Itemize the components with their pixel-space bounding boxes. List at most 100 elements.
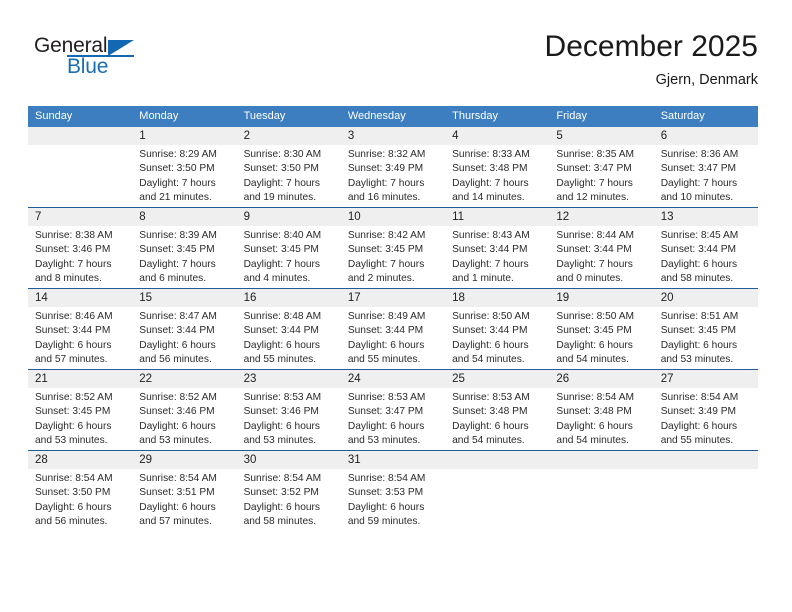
day-detail-line: Daylight: 6 hours — [660, 258, 738, 270]
day-detail-line: and 58 minutes. — [243, 515, 317, 527]
calendar-empty-cell — [28, 127, 133, 207]
calendar-day-cell[interactable]: 8 Sunrise: 8:39 AM Sunset: 3:45 PM Daylight… — [132, 208, 237, 288]
general-blue-logo[interactable]: General Blue — [34, 34, 154, 84]
day-detail-line: and 53 minutes. — [35, 434, 108, 446]
day-detail-line: Daylight: 7 hours — [243, 177, 321, 189]
calendar-day-cell[interactable]: 10 Sunrise: 8:42 AM Sunset: 3:45 PM Dayligh… — [340, 208, 446, 288]
day-detail-line: Sunrise: 8:53 AM — [452, 392, 530, 403]
calendar-day-cell[interactable]: 14 Sunrise: 8:46 AM Sunset: 3:44 PM Dayligh… — [28, 289, 133, 369]
calendar-day-cell[interactable]: 11 Sunrise: 8:43 AM Sunset: 3:44 PM Dayligh… — [445, 208, 550, 288]
day-detail-line: Sunset: 3:46 PM — [139, 406, 215, 418]
day-number: 17 — [340, 289, 446, 307]
calendar-day-cell[interactable]: 15 Sunrise: 8:47 AM Sunset: 3:44 PM Dayligh… — [132, 289, 237, 369]
calendar-day-cell[interactable]: 30 Sunrise: 8:54 AM Sunset: 3:52 PM Dayligh… — [236, 451, 341, 531]
day-details: Sunrise: 8:52 AM Sunset: 3:46 PM Daylight:… — [132, 388, 236, 450]
day-number: 14 — [28, 289, 133, 307]
day-details: Sunrise: 8:42 AM Sunset: 3:45 PM Daylight:… — [341, 226, 445, 288]
day-detail-line: Daylight: 6 hours — [347, 420, 425, 432]
calendar-day-cell[interactable]: 19 Sunrise: 8:50 AM Sunset: 3:45 PM Dayligh… — [549, 289, 654, 369]
day-detail-line: Sunrise: 8:52 AM — [139, 392, 217, 403]
day-details: Sunrise: 8:43 AM Sunset: 3:44 PM Daylight:… — [445, 226, 549, 288]
day-details: Sunrise: 8:33 AM Sunset: 3:48 PM Daylight:… — [445, 145, 549, 207]
calendar-day-cell[interactable]: 26 Sunrise: 8:54 AM Sunset: 3:48 PM Dayligh… — [549, 370, 654, 450]
day-detail-line: Sunset: 3:45 PM — [347, 244, 424, 256]
day-details: Sunrise: 8:54 AM Sunset: 3:53 PM Daylight:… — [341, 469, 445, 531]
day-detail-line: Sunset: 3:51 PM — [139, 487, 215, 499]
day-details: Sunrise: 8:45 AM Sunset: 3:44 PM Daylight:… — [654, 226, 758, 288]
calendar-day-cell[interactable]: 31 Sunrise: 8:54 AM Sunset: 3:53 PM Dayligh… — [340, 451, 446, 531]
calendar-day-cell[interactable]: 23 Sunrise: 8:53 AM Sunset: 3:46 PM Dayligh… — [236, 370, 341, 450]
day-detail-line: Daylight: 6 hours — [35, 420, 112, 432]
day-detail-line: Daylight: 7 hours — [35, 258, 112, 270]
calendar-day-cell[interactable]: 28 Sunrise: 8:54 AM Sunset: 3:50 PM Dayligh… — [28, 451, 133, 531]
calendar-day-cell[interactable]: 1 Sunrise: 8:29 AM Sunset: 3:50 PM Daylight… — [132, 127, 237, 207]
day-details: Sunrise: 8:54 AM Sunset: 3:48 PM Daylight:… — [549, 388, 653, 450]
calendar-day-cell[interactable]: 17 Sunrise: 8:49 AM Sunset: 3:44 PM Dayligh… — [340, 289, 446, 369]
calendar-day-cell[interactable]: 25 Sunrise: 8:53 AM Sunset: 3:48 PM Dayligh… — [445, 370, 550, 450]
day-detail-line: and 1 minute. — [452, 272, 514, 284]
day-number: 19 — [549, 289, 654, 307]
day-detail-line: and 53 minutes. — [139, 434, 212, 446]
day-details: Sunrise: 8:54 AM Sunset: 3:51 PM Daylight:… — [132, 469, 236, 531]
day-detail-line: and 4 minutes. — [243, 272, 311, 284]
day-detail-line: Daylight: 7 hours — [347, 258, 425, 270]
calendar-day-cell[interactable]: 24 Sunrise: 8:53 AM Sunset: 3:47 PM Dayligh… — [340, 370, 446, 450]
calendar-empty-cell — [653, 451, 758, 531]
day-detail-line: and 55 minutes. — [243, 353, 317, 365]
day-number: 16 — [236, 289, 341, 307]
calendar-day-cell[interactable]: 22 Sunrise: 8:52 AM Sunset: 3:46 PM Dayligh… — [132, 370, 237, 450]
day-details: Sunrise: 8:53 AM Sunset: 3:48 PM Daylight:… — [445, 388, 549, 450]
calendar-day-cell[interactable]: 12 Sunrise: 8:44 AM Sunset: 3:44 PM Dayligh… — [549, 208, 654, 288]
day-detail-line: Daylight: 7 hours — [452, 258, 529, 270]
calendar-day-cell[interactable]: 13 Sunrise: 8:45 AM Sunset: 3:44 PM Dayligh… — [653, 208, 758, 288]
day-detail-line: Daylight: 7 hours — [139, 177, 216, 189]
calendar-day-cell[interactable]: 20 Sunrise: 8:51 AM Sunset: 3:45 PM Dayligh… — [653, 289, 758, 369]
day-detail-line: Sunset: 3:49 PM — [347, 163, 424, 175]
calendar-day-cell[interactable]: 2 Sunrise: 8:30 AM Sunset: 3:50 PM Daylight… — [236, 127, 341, 207]
calendar-empty-cell — [445, 451, 550, 531]
weekday-header-sunday: Sunday — [35, 110, 73, 122]
day-details: Sunrise: 8:48 AM Sunset: 3:44 PM Daylight:… — [237, 307, 341, 369]
day-detail-line: Daylight: 7 hours — [556, 258, 633, 270]
day-detail-line: Sunset: 3:45 PM — [35, 406, 111, 418]
day-detail-line: Sunset: 3:44 PM — [139, 325, 215, 337]
day-detail-line: Sunrise: 8:54 AM — [660, 392, 739, 403]
calendar-day-cell[interactable]: 27 Sunrise: 8:54 AM Sunset: 3:49 PM Dayligh… — [653, 370, 758, 450]
day-detail-line: Sunrise: 8:40 AM — [243, 230, 322, 241]
day-detail-line: Daylight: 7 hours — [347, 177, 425, 189]
day-detail-line: Sunrise: 8:47 AM — [139, 311, 217, 322]
calendar-weeks: 1 Sunrise: 8:29 AM Sunset: 3:50 PM Daylight… — [28, 127, 758, 531]
calendar-day-cell[interactable]: 9 Sunrise: 8:40 AM Sunset: 3:45 PM Daylight… — [236, 208, 341, 288]
day-number — [549, 451, 654, 469]
calendar-week-cells: 21 Sunrise: 8:52 AM Sunset: 3:45 PM Dayligh… — [28, 370, 758, 450]
calendar-day-cell[interactable]: 5 Sunrise: 8:35 AM Sunset: 3:47 PM Daylight… — [549, 127, 654, 207]
day-detail-line: Sunrise: 8:54 AM — [347, 473, 426, 484]
day-detail-line: and 8 minutes. — [35, 272, 102, 284]
day-number: 22 — [132, 370, 237, 388]
weekday-header-row: Sunday Monday Tuesday Wednesday Thursday Frid… — [28, 106, 758, 127]
day-number — [445, 451, 550, 469]
day-number: 28 — [28, 451, 133, 469]
weekday-header-saturday: Saturday — [660, 110, 705, 122]
calendar-day-cell[interactable]: 6 Sunrise: 8:36 AM Sunset: 3:47 PM Daylight… — [653, 127, 758, 207]
day-detail-line: and 6 minutes. — [139, 272, 207, 284]
day-number: 21 — [28, 370, 133, 388]
calendar-day-cell[interactable]: 16 Sunrise: 8:48 AM Sunset: 3:44 PM Dayligh… — [236, 289, 341, 369]
day-detail-line: Sunset: 3:44 PM — [660, 244, 737, 256]
day-detail-line: Sunrise: 8:53 AM — [243, 392, 322, 403]
calendar-day-cell[interactable]: 29 Sunrise: 8:54 AM Sunset: 3:51 PM Dayligh… — [132, 451, 237, 531]
calendar-day-cell[interactable]: 18 Sunrise: 8:50 AM Sunset: 3:44 PM Dayligh… — [445, 289, 550, 369]
day-details — [549, 469, 653, 531]
day-details: Sunrise: 8:32 AM Sunset: 3:49 PM Daylight:… — [341, 145, 445, 207]
day-detail-line: Sunset: 3:47 PM — [556, 163, 632, 175]
day-number: 2 — [236, 127, 341, 145]
logo-text-blue: Blue — [67, 55, 109, 78]
day-detail-line: Daylight: 6 hours — [347, 339, 425, 351]
day-detail-line: and 0 minutes. — [556, 272, 624, 284]
day-detail-line: Sunrise: 8:35 AM — [556, 149, 634, 160]
calendar-day-cell[interactable]: 3 Sunrise: 8:32 AM Sunset: 3:49 PM Daylight… — [340, 127, 446, 207]
day-detail-line: and 2 minutes. — [347, 272, 415, 284]
calendar-day-cell[interactable]: 4 Sunrise: 8:33 AM Sunset: 3:48 PM Daylight… — [445, 127, 550, 207]
calendar-day-cell[interactable]: 21 Sunrise: 8:52 AM Sunset: 3:45 PM Dayligh… — [28, 370, 133, 450]
calendar-day-cell[interactable]: 7 Sunrise: 8:38 AM Sunset: 3:46 PM Daylight… — [28, 208, 133, 288]
